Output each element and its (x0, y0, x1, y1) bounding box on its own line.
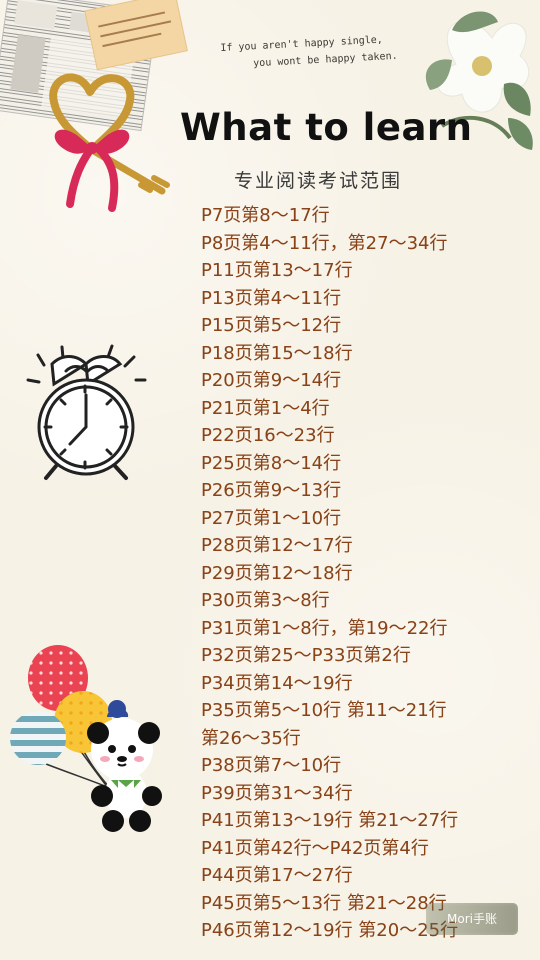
list-item: P28页第12～17行 (201, 535, 353, 556)
list-item: P22页16～23行 (201, 425, 335, 446)
list-item: P32页第25～P33页第2行 (201, 645, 411, 666)
list-item: P7页第8～17行 (201, 205, 330, 226)
heart-key-icon (49, 73, 170, 212)
alarm-clock-icon (26, 344, 147, 480)
list-item: P30页第3～8行 (201, 590, 330, 611)
list-item: P27页第1～10行 (201, 507, 342, 529)
list-item: P41页第13～19行 第21～27行 (201, 810, 459, 831)
list-item: P39页第31～34行 (201, 782, 353, 804)
balloons-panda-icon (10, 645, 162, 832)
list-item: P41页第42行～P42页第4行 (201, 837, 429, 859)
list-item: P31页第1～8行，第19～22行 (201, 617, 448, 639)
list-item: P21页第1～4行 (201, 397, 330, 419)
page-title: What to learn (180, 106, 473, 149)
reading-scope-list: P7页第8～17行 P8页第4～11行，第27～34行 P11页第13～17行 … (201, 202, 521, 945)
page-subtitle: 专业阅读考试范围 (234, 170, 403, 192)
list-item: P11页第13～17行 (201, 260, 353, 281)
list-item: P20页第9～14行 (201, 370, 342, 391)
list-item: P25页第8～14行 (201, 452, 342, 474)
watermark-label: Mori手账 (426, 903, 518, 935)
list-item: P44页第17～27行 (201, 865, 353, 886)
list-item: P13页第4～11行 (201, 287, 342, 309)
list-item: 第26～35行 (201, 727, 301, 749)
list-item: P35页第5～10行 第11～21行 (201, 700, 447, 721)
list-item: P34页第14～19行 (201, 672, 353, 694)
list-item: P26页第9～13行 (201, 480, 342, 501)
list-item: P29页第12～18行 (201, 562, 353, 584)
list-item: P38页第7～10行 (201, 755, 342, 776)
list-item: P15页第5～12行 (201, 315, 342, 336)
list-item: P18页第15～18行 (201, 342, 353, 364)
list-item: P8页第4～11行，第27～34行 (201, 232, 448, 254)
